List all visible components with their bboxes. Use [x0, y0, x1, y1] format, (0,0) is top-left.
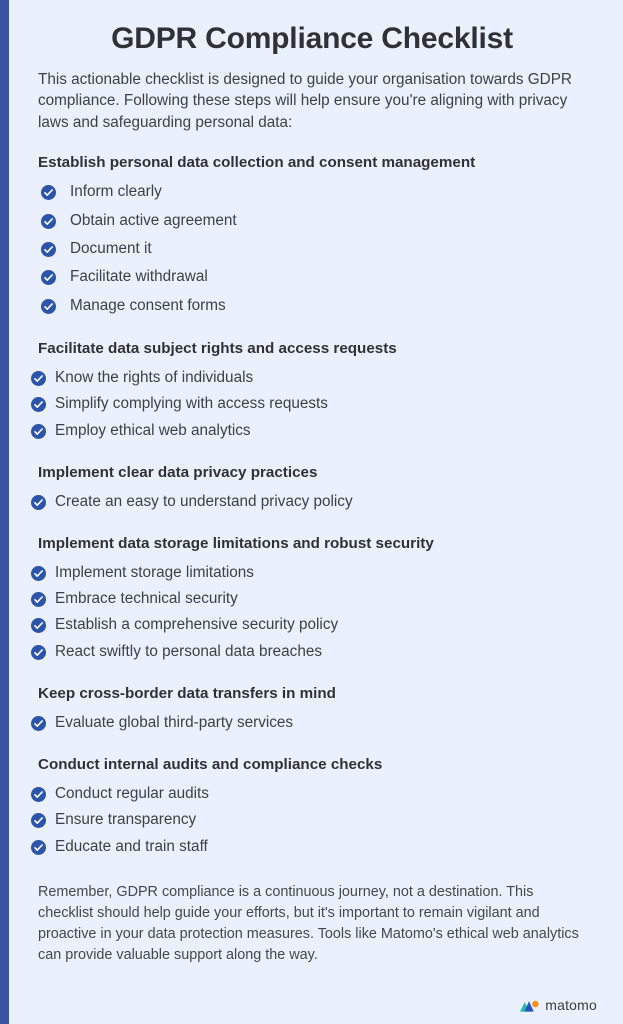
- matomo-brand: matomo: [520, 997, 597, 1013]
- checklist-item[interactable]: Document it: [41, 235, 593, 263]
- checklist-item-label: Educate and train staff: [55, 837, 208, 855]
- checklist-item[interactable]: Evaluate global third-party services: [31, 710, 593, 736]
- section-heading: Keep cross-border data transfers in mind: [38, 685, 336, 703]
- checklist-item[interactable]: Establish a comprehensive security polic…: [31, 612, 593, 638]
- checklist-item-label: React swiftly to personal data breaches: [55, 642, 322, 660]
- check-circle-icon: [31, 565, 46, 581]
- matomo-logo-icon: [520, 998, 539, 1013]
- outro-paragraph: Remember, GDPR compliance is a continuou…: [38, 884, 579, 963]
- checklist-item[interactable]: Implement storage limitations: [31, 560, 593, 586]
- checklist-section: Conduct internal audits and compliance c…: [31, 755, 593, 860]
- intro-paragraph: This actionable checklist is designed to…: [38, 70, 572, 131]
- section-heading: Implement clear data privacy practices: [38, 463, 318, 481]
- checklist-item[interactable]: Simplify complying with access requests: [31, 391, 593, 417]
- checklist-item-label: Implement storage limitations: [55, 563, 254, 581]
- checklist-section: Establish personal data collection and c…: [31, 153, 593, 320]
- checklist-item-label: Establish a comprehensive security polic…: [55, 616, 339, 634]
- checklist-items: Create an easy to understand privacy pol…: [31, 489, 593, 515]
- checklist-item[interactable]: Create an easy to understand privacy pol…: [31, 489, 593, 515]
- section-heading: Establish personal data collection and c…: [38, 153, 476, 171]
- checklist-item-label: Facilitate withdrawal: [70, 268, 208, 286]
- checklist-item[interactable]: Know the rights of individuals: [31, 365, 593, 391]
- section-heading: Facilitate data subject rights and acces…: [38, 340, 397, 358]
- checklist-items: Implement storage limitations Embrace tec…: [31, 560, 593, 665]
- checklist-item[interactable]: Inform clearly: [41, 178, 593, 206]
- checklist-item[interactable]: React swiftly to personal data breaches: [31, 639, 593, 665]
- checklist-item-label: Evaluate global third-party services: [55, 713, 294, 731]
- sections-list: Establish personal data collection and c…: [31, 153, 593, 860]
- checklist-section: Keep cross-border data transfers in mind…: [31, 684, 593, 736]
- checklist-item[interactable]: Manage consent forms: [41, 292, 593, 320]
- checklist-item-label: Document it: [70, 240, 152, 258]
- check-circle-icon: [31, 839, 46, 855]
- checklist-item-label: Ensure transparency: [55, 811, 197, 829]
- checklist-item[interactable]: Conduct regular audits: [31, 781, 593, 807]
- checklist-item-label: Manage consent forms: [70, 296, 226, 314]
- check-circle-icon: [31, 618, 46, 634]
- check-circle-icon: [41, 270, 56, 286]
- checklist-item-label: Obtain active agreement: [70, 211, 237, 229]
- checklist-item[interactable]: Ensure transparency: [31, 807, 593, 833]
- check-circle-icon: [31, 370, 46, 386]
- checklist-item[interactable]: Facilitate withdrawal: [41, 263, 593, 291]
- check-circle-icon: [31, 813, 46, 829]
- check-circle-icon: [31, 397, 46, 413]
- check-circle-icon: [31, 786, 46, 802]
- section-heading: Conduct internal audits and compliance c…: [38, 756, 383, 774]
- page-title: GDPR Compliance Checklist: [111, 22, 513, 55]
- checklist-items: Inform clearly Obtain active agreement Doc…: [41, 178, 593, 320]
- check-circle-icon: [31, 494, 46, 510]
- check-circle-icon: [41, 185, 56, 201]
- check-circle-icon: [31, 423, 46, 439]
- checklist-items: Evaluate global third-party services: [31, 710, 593, 736]
- checklist-item-label: Simplify complying with access requests: [55, 395, 328, 413]
- checklist-item[interactable]: Educate and train staff: [31, 834, 593, 860]
- checklist-item-label: Conduct regular audits: [55, 784, 209, 802]
- checklist-item[interactable]: Employ ethical web analytics: [31, 418, 593, 444]
- checklist-items: Conduct regular audits Ensure transparenc…: [31, 781, 593, 860]
- checklist-section: Implement data storage limitations and r…: [31, 534, 593, 665]
- check-circle-icon: [31, 644, 46, 660]
- check-circle-icon: [41, 242, 56, 258]
- checklist-item[interactable]: Embrace technical security: [31, 586, 593, 612]
- checklist-item-label: Know the rights of individuals: [55, 368, 254, 386]
- matomo-wordmark: matomo: [545, 997, 597, 1013]
- section-heading: Implement data storage limitations and r…: [38, 535, 434, 552]
- check-circle-icon: [31, 592, 46, 608]
- check-circle-icon: [41, 298, 56, 314]
- check-circle-icon: [41, 213, 56, 229]
- checklist-item-label: Inform clearly: [70, 183, 162, 201]
- checklist-section: Implement clear data privacy practices Cr…: [31, 463, 593, 515]
- content-container: GDPR Compliance Checklist This actionabl…: [9, 0, 623, 1024]
- checklist-item-label: Create an easy to understand privacy pol…: [55, 492, 353, 510]
- checklist-item[interactable]: Obtain active agreement: [41, 207, 593, 235]
- checklist-section: Facilitate data subject rights and acces…: [31, 339, 593, 444]
- checklist-item-label: Employ ethical web analytics: [55, 421, 251, 439]
- checklist-item-label: Embrace technical security: [55, 590, 238, 608]
- checklist-items: Know the rights of individuals Simplify c…: [31, 365, 593, 444]
- gdpr-checklist-infographic: GDPR Compliance Checklist This actionabl…: [0, 0, 623, 1024]
- check-circle-icon: [31, 715, 46, 731]
